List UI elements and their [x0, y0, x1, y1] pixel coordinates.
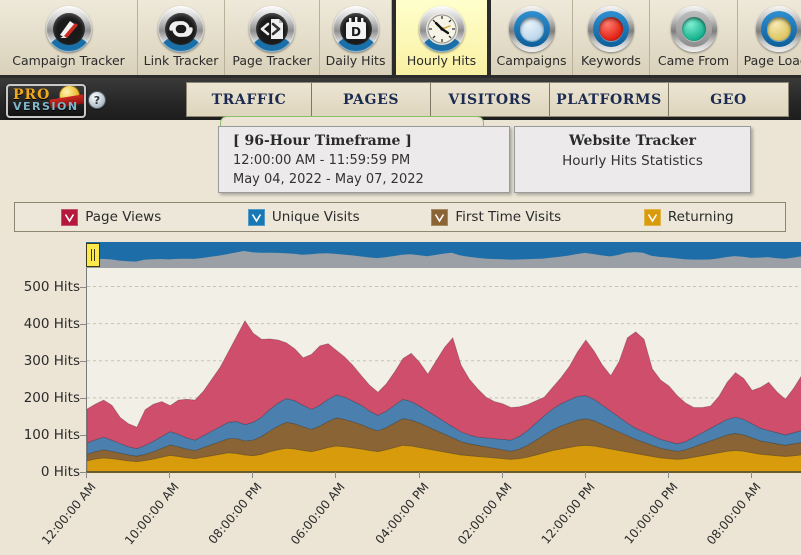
legend-label: Page Views: [85, 209, 162, 225]
x-axis: 12:00:00 AM 10:00:00 AM 08:00:00 PM 06:00:0…: [0, 472, 801, 555]
plot-area: [86, 268, 801, 472]
y-axis-label: 200 Hits: [23, 389, 80, 406]
section-tabs: TRAFFIC PAGES VISITORS PLATFORMS GEO: [186, 82, 789, 117]
navigator-handle[interactable]: [86, 243, 100, 267]
x-axis-label: 06:00:00 AM: [288, 480, 349, 548]
campaigns-icon: [508, 6, 555, 52]
legend-checkbox[interactable]: [431, 208, 449, 226]
check-icon: [251, 213, 262, 223]
toolbar-item-campaign-tracker[interactable]: Campaign Tracker: [0, 0, 138, 75]
legend-label: Unique Visits: [271, 209, 360, 225]
x-axis-tick: [667, 472, 669, 478]
tab-pages[interactable]: PAGES: [312, 83, 431, 116]
legend-checkbox[interactable]: [643, 208, 661, 226]
legend-label: Returning: [667, 209, 734, 225]
page-tracker-icon: [249, 6, 295, 52]
legend-item-first-time-visits[interactable]: First Time Visits: [400, 208, 593, 226]
x-axis-label: 10:00:00 PM: [621, 480, 681, 547]
toolbar-item-link-tracker[interactable]: Link Tracker: [138, 0, 225, 75]
x-axis-label: 08:00:00 PM: [205, 480, 265, 547]
pro-version-badge[interactable]: PRO VERSION: [6, 84, 86, 118]
toolbar-item-label: Keywords: [581, 53, 641, 68]
x-axis-label: 02:00:00 AM: [454, 480, 515, 548]
navigator-preview: [86, 251, 801, 268]
toolbar-item-daily-hits[interactable]: D Daily Hits: [320, 0, 392, 75]
y-axis-label: 400 Hits: [23, 315, 80, 332]
x-axis-tick: [86, 472, 87, 478]
toolbar-item-label: Campaigns: [496, 53, 567, 68]
toolbar-item-hourly-hits[interactable]: Hourly Hits: [392, 0, 491, 75]
pro-badge-line2: VERSION: [13, 100, 79, 113]
x-axis-tick: [169, 472, 171, 478]
toolbar-item-label: Page Loads: [743, 53, 801, 68]
toolbar-item-campaigns[interactable]: Campaigns: [491, 0, 573, 75]
tab-platforms[interactable]: PLATFORMS: [550, 83, 669, 116]
report-title-panel: Website Tracker Hourly Hits Statistics: [514, 126, 751, 193]
report-subtitle: Hourly Hits Statistics: [562, 153, 703, 169]
toolbar-item-keywords[interactable]: Keywords: [573, 0, 650, 75]
handle-grip-line: [91, 249, 92, 261]
x-axis-label: 12:00:00 AM: [38, 480, 99, 548]
legend-item-unique-visits[interactable]: Unique Visits: [208, 208, 401, 226]
page-loads-icon: [756, 6, 801, 52]
x-axis-tick: [584, 472, 586, 478]
tab-visitors[interactable]: VISITORS: [431, 83, 550, 116]
toolbar-item-label: Page Tracker: [232, 53, 312, 68]
help-icon[interactable]: ?: [88, 91, 106, 109]
x-axis-label: 10:00:00 AM: [122, 480, 182, 548]
y-axis-label: 100 Hits: [23, 426, 80, 443]
keywords-icon: [588, 6, 634, 52]
hourly-hits-chart: 0 Hits 100 Hits 200 Hits 300 Hits 400 Hits 50…: [0, 242, 801, 555]
nav-bar: PRO VERSION ? TRAFFIC PAGES VISITORS PLATFO…: [0, 78, 801, 120]
y-axis-label: 300 Hits: [23, 352, 80, 369]
legend-item-page-views[interactable]: Page Views: [15, 208, 208, 226]
tab-geo[interactable]: GEO: [669, 83, 788, 116]
svg-text:D: D: [351, 25, 361, 39]
x-axis-tick: [501, 472, 503, 478]
toolbar-item-came-from[interactable]: Came From: [650, 0, 738, 75]
legend-checkbox[interactable]: [247, 208, 265, 226]
report-title: Website Tracker: [568, 133, 697, 149]
came-from-icon: [670, 6, 717, 52]
toolbar-item-label: Came From: [657, 53, 730, 68]
handle-grip-line: [94, 249, 95, 261]
x-axis-tick: [335, 472, 337, 478]
toolbar-item-label: Daily Hits: [325, 53, 386, 68]
y-axis-label: 500 Hits: [23, 278, 80, 295]
x-axis-label: 12:00:00 PM: [538, 480, 598, 547]
toolbar-item-label: Hourly Hits: [406, 53, 477, 68]
legend-item-returning[interactable]: Returning: [593, 208, 786, 226]
legend-label: First Time Visits: [455, 209, 562, 225]
check-icon: [647, 213, 658, 223]
x-axis-tick: [751, 472, 753, 478]
content-stage: [ 96-Hour Timeframe ] 12:00:00 AM - 11:5…: [0, 116, 801, 555]
x-axis-label: 04:00:00 PM: [372, 480, 432, 547]
x-axis-tick: [418, 472, 420, 478]
toolbar-item-label: Link Tracker: [143, 53, 219, 68]
timeframe-heading: [ 96-Hour Timeframe ]: [233, 133, 412, 149]
x-axis-label: 08:00:00 AM: [704, 480, 764, 548]
y-axis: 0 Hits 100 Hits 200 Hits 300 Hits 400 Hits 50…: [0, 242, 86, 480]
check-icon: [435, 213, 445, 223]
toolbar-item-page-loads[interactable]: Page Loads: [738, 0, 801, 75]
daily-hits-icon: D: [332, 6, 379, 52]
x-axis-tick: [252, 472, 254, 478]
link-tracker-icon: [158, 6, 204, 52]
timeframe-date-range: May 04, 2022 - May 07, 2022: [233, 172, 424, 187]
hourly-hits-icon: [418, 6, 465, 52]
chart-legend: Page Views Unique Visits First Time Visits…: [14, 202, 786, 232]
legend-checkbox[interactable]: [61, 208, 79, 226]
icon-toolbar: Campaign Tracker Link Tracker Page Tracker…: [0, 0, 801, 78]
tab-traffic[interactable]: TRAFFIC: [187, 83, 312, 116]
check-icon: [65, 213, 75, 223]
stacked-area-series: [87, 286, 801, 472]
toolbar-item-page-tracker[interactable]: Page Tracker: [225, 0, 320, 75]
toolbar-item-label: Campaign Tracker: [12, 53, 125, 68]
chart-navigator-strip[interactable]: [86, 242, 801, 268]
app-root: Campaign Tracker Link Tracker Page Tracker…: [0, 0, 801, 555]
campaign-tracker-icon: [45, 6, 92, 52]
timeframe-panel: [ 96-Hour Timeframe ] 12:00:00 AM - 11:5…: [218, 126, 510, 193]
timeframe-time-range: 12:00:00 AM - 11:59:59 PM: [233, 153, 411, 168]
